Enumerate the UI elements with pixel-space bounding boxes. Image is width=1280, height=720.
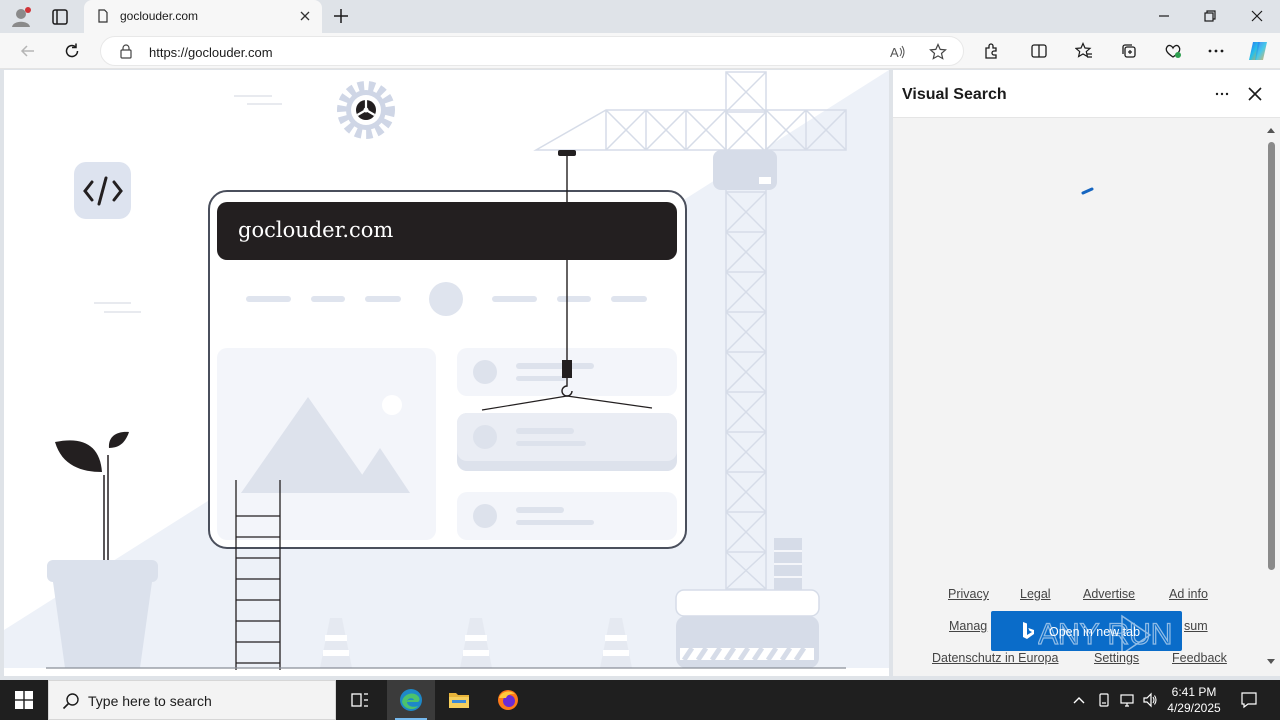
read-aloud-icon[interactable]: A <box>889 43 907 61</box>
scroll-thumb[interactable] <box>1268 142 1275 570</box>
url-text[interactable]: https://goclouder.com <box>149 45 273 60</box>
taskbar-firefox[interactable] <box>484 680 532 720</box>
folder-icon <box>449 693 469 708</box>
edge-icon <box>400 689 422 711</box>
device-icon[interactable] <box>1096 692 1112 708</box>
tab-strip: goclouder.com <box>0 0 1280 33</box>
scroll-down-icon[interactable] <box>1266 658 1276 666</box>
web-page: goclouder.com <box>4 70 889 676</box>
volume-icon[interactable] <box>1142 692 1158 708</box>
settings-more-icon[interactable] <box>1207 42 1225 60</box>
clock-date: 4/29/2025 <box>1167 701 1221 715</box>
taskbar-file-explorer[interactable] <box>435 680 483 720</box>
split-screen-icon[interactable] <box>1030 42 1048 60</box>
manage-link[interactable]: Manag <box>949 619 987 633</box>
visual-search-pane: Visual Search Privacy Legal Advertise Ad… <box>893 70 1280 676</box>
profile-icon[interactable] <box>10 6 32 28</box>
back-icon[interactable] <box>19 42 37 60</box>
scroll-up-icon[interactable] <box>1266 126 1276 134</box>
refresh-icon[interactable] <box>63 42 81 60</box>
task-view-icon <box>351 693 368 707</box>
more-options-icon[interactable] <box>1211 84 1233 104</box>
pane-scrollbar[interactable] <box>1265 122 1277 667</box>
gear-icon <box>337 81 395 139</box>
svg-text:ANY RUN: ANY RUN <box>1038 618 1172 651</box>
pane-title: Visual Search <box>902 86 1007 103</box>
close-pane-icon[interactable] <box>1245 84 1265 104</box>
new-tab-icon[interactable] <box>332 7 350 25</box>
windows-start-icon[interactable] <box>15 691 33 709</box>
browser-essentials-icon[interactable] <box>1164 42 1182 60</box>
system-clock[interactable]: 6:41 PM 4/29/2025 <box>1158 684 1230 716</box>
address-bar[interactable]: https://goclouder.com A <box>100 36 964 66</box>
anyrun-watermark: ANY RUN <box>1038 614 1173 656</box>
bing-icon <box>1023 622 1034 639</box>
search-placeholder: Type here to search <box>88 693 212 709</box>
notification-center-icon[interactable] <box>1240 691 1258 709</box>
legal-link[interactable]: Legal <box>1020 587 1051 601</box>
browser-toolbar: https://goclouder.com A <box>0 33 1280 69</box>
active-tab[interactable]: goclouder.com <box>84 0 322 33</box>
site-name: goclouder.com <box>238 218 394 242</box>
page-icon <box>98 9 108 23</box>
collections-icon[interactable] <box>1120 42 1138 60</box>
taskbar-edge[interactable] <box>387 680 435 720</box>
lock-icon[interactable] <box>119 44 133 59</box>
restore-icon[interactable] <box>1202 8 1218 24</box>
minimize-icon[interactable] <box>1156 8 1172 24</box>
extensions-icon[interactable] <box>982 42 1000 60</box>
search-icon <box>62 693 79 710</box>
svg-text:A: A <box>890 45 899 60</box>
loading-spinner-icon <box>1081 187 1094 195</box>
windows-taskbar: Type here to search 6:41 PM 4/29/2025 <box>0 680 1280 720</box>
show-hidden-icons-icon[interactable] <box>1071 692 1087 708</box>
copilot-icon[interactable] <box>1247 40 1269 62</box>
tab-title: goclouder.com <box>120 9 199 23</box>
site-name-banner: goclouder.com <box>217 202 677 260</box>
pane-header: Visual Search <box>893 70 1280 118</box>
firefox-icon <box>498 690 518 710</box>
taskbar-search-box[interactable]: Type here to search <box>48 680 336 720</box>
advertise-link[interactable]: Advertise <box>1083 587 1135 601</box>
network-icon[interactable] <box>1119 692 1135 708</box>
task-view-button[interactable] <box>336 680 384 720</box>
favorite-star-icon[interactable] <box>929 43 947 61</box>
favorites-icon[interactable] <box>1075 42 1093 60</box>
close-tab-icon[interactable] <box>298 9 312 23</box>
clock-time: 6:41 PM <box>1171 685 1217 699</box>
ad-info-link[interactable]: Ad info <box>1169 587 1208 601</box>
privacy-link[interactable]: Privacy <box>948 587 989 601</box>
close-window-icon[interactable] <box>1249 8 1265 24</box>
under-construction-illustration <box>4 70 889 670</box>
code-icon <box>74 162 131 219</box>
tab-actions-icon[interactable] <box>50 7 70 27</box>
